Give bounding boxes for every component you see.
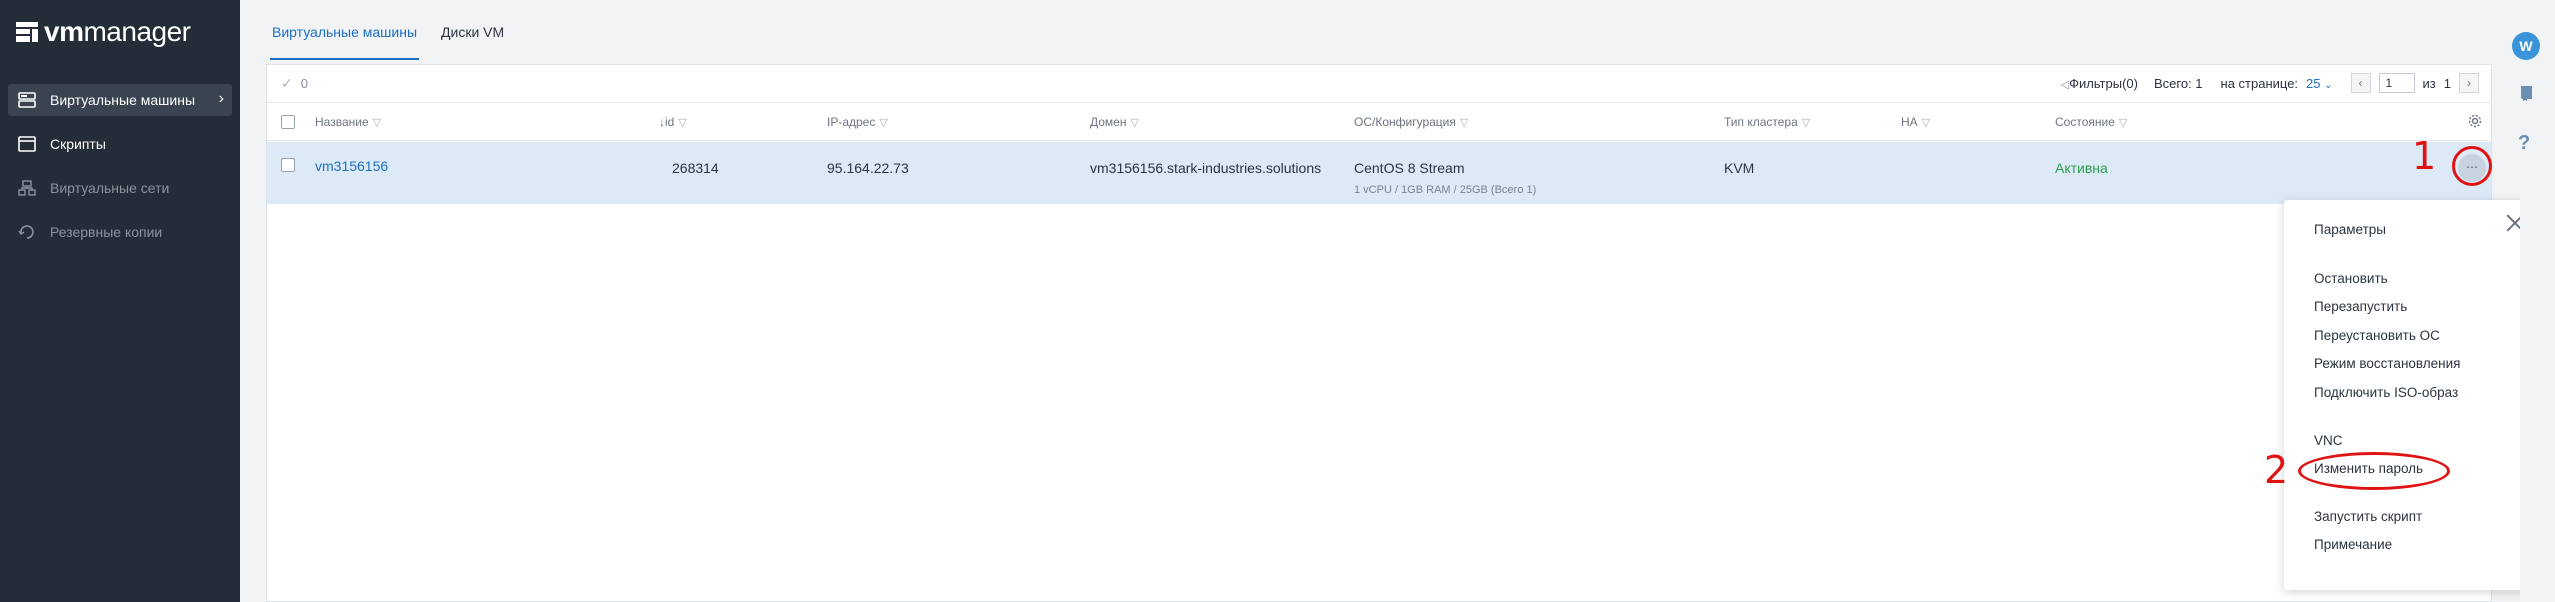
- table-row[interactable]: vm3156156 268314 95.164.22.73 vm3156156.…: [267, 142, 2491, 204]
- pagination-bar: ◁Фильтры(0) Всего: 1 на странице: 25 ⌄ ‹…: [2061, 73, 2479, 93]
- per-page-select[interactable]: 25 ⌄: [2306, 76, 2332, 91]
- page-input[interactable]: 1: [2378, 73, 2415, 93]
- filter-icon: ▽: [1801, 117, 1811, 129]
- script-icon: [18, 136, 36, 152]
- vm-state: Активна: [2055, 160, 2108, 176]
- row-actions-menu: Параметры Остановить Перезапустить Переу…: [2284, 200, 2538, 590]
- menu-item-stop[interactable]: Остановить: [2314, 271, 2388, 286]
- sidebar-item-virtual-machines[interactable]: Виртуальные машины ›: [8, 84, 232, 116]
- per-page-label: на странице:: [2220, 75, 2299, 91]
- column-header-domain[interactable]: Домен ▽: [1090, 115, 1139, 129]
- table-toolbar: ✓ 0 ◁Фильтры(0) Всего: 1 на странице: 25…: [267, 65, 2491, 103]
- sidebar-item-label: Скрипты: [50, 136, 106, 152]
- vm-domain: vm3156156.stark-industries.solutions: [1090, 160, 1322, 176]
- table-settings-gear-icon[interactable]: [2467, 113, 2483, 132]
- select-all-checkbox[interactable]: [281, 115, 295, 129]
- network-icon: [18, 180, 36, 196]
- menu-item-vnc[interactable]: VNC: [2314, 433, 2343, 448]
- sidebar-item-backups[interactable]: Резервные копии: [8, 216, 232, 248]
- next-page-button[interactable]: ›: [2459, 73, 2479, 93]
- column-header-os[interactable]: ОС/Конфигурация ▽: [1354, 115, 1468, 129]
- menu-item-reinstall-os[interactable]: Переустановить ОС: [2314, 328, 2440, 343]
- column-header-state[interactable]: Состояние ▽: [2055, 115, 2127, 129]
- filter-icon: ▽: [1921, 117, 1931, 129]
- vm-ip: 95.164.22.73: [827, 160, 909, 176]
- vmmanager-logo[interactable]: vmmanager: [16, 16, 191, 47]
- filter-icon: ▽: [2118, 117, 2128, 129]
- annotation-circle-1: [2452, 146, 2492, 186]
- total-count: Всего: 1: [2153, 75, 2203, 91]
- chevron-right-icon: ›: [218, 90, 224, 107]
- annotation-ellipse-2: [2298, 452, 2450, 490]
- prev-page-button[interactable]: ‹: [2350, 73, 2371, 93]
- menu-item-attach-iso[interactable]: Подключить ISO-образ: [2314, 385, 2458, 400]
- page-total: 1: [2443, 75, 2451, 91]
- tab-virtual-machines[interactable]: Виртуальные машины: [270, 0, 420, 60]
- server-icon: [18, 92, 36, 108]
- logo-icon: [16, 22, 38, 42]
- menu-item-recovery-mode[interactable]: Режим восстановления: [2314, 356, 2460, 371]
- vm-cluster-type: KVM: [1724, 160, 1755, 176]
- menu-item-run-script[interactable]: Запустить скрипт: [2314, 509, 2422, 524]
- column-header-id[interactable]: ↓id ▽: [659, 115, 687, 129]
- logo-text: vmmanager: [44, 16, 191, 47]
- filter-icon: ▽: [678, 117, 687, 129]
- of-label: из: [2422, 75, 2436, 91]
- chevron-down-icon: ⌄: [2324, 79, 2333, 91]
- vm-name-link[interactable]: vm3156156: [315, 158, 388, 174]
- sidebar-item-scripts[interactable]: Скрипты: [8, 128, 232, 160]
- vm-table-panel: ✓ 0 ◁Фильтры(0) Всего: 1 на странице: 25…: [266, 64, 2492, 602]
- main-content: Виртуальные машины Диски VM ✓ 0 ◁Фильтры…: [240, 0, 2520, 602]
- vm-config: 1 vCPU / 1GB RAM / 25GB (Всего 1): [1354, 184, 1537, 196]
- menu-item-parameters[interactable]: Параметры: [2314, 222, 2386, 237]
- filter-icon: ▽: [879, 117, 888, 129]
- sidebar-item-label: Резервные копии: [50, 224, 163, 240]
- annotation-number-2: 2: [2264, 448, 2289, 492]
- column-header-ip[interactable]: IP-адрес ▽: [827, 115, 888, 129]
- filter-icon: ◁: [2060, 78, 2070, 91]
- vm-os: CentOS 8 Stream: [1354, 160, 1465, 176]
- filter-icon: ▽: [372, 117, 382, 129]
- selected-count: ✓ 0: [281, 75, 308, 91]
- annotation-number-1: 1: [2412, 134, 2437, 178]
- checkmark-icon: ✓: [281, 75, 293, 91]
- filter-icon: ▽: [1459, 117, 1469, 129]
- vm-id: 268314: [672, 160, 719, 176]
- column-header-ha[interactable]: HA ▽: [1901, 115, 1930, 129]
- column-header-name[interactable]: Название ▽: [315, 115, 381, 129]
- table-header: Название ▽ ↓id ▽ IP-адрес ▽ Домен ▽ ОС/Конфи…: [267, 103, 2491, 141]
- menu-item-note[interactable]: Примечание: [2314, 537, 2392, 552]
- tab-vm-disks[interactable]: Диски VM: [439, 0, 506, 60]
- docs-book-icon[interactable]: [2518, 84, 2536, 108]
- sidebar-nav: Виртуальные машины › Скрипты Виртуальные…: [8, 84, 232, 260]
- sidebar-item-virtual-networks[interactable]: Виртуальные сети: [8, 172, 232, 204]
- row-checkbox[interactable]: [281, 158, 295, 172]
- help-icon[interactable]: ?: [2518, 132, 2530, 155]
- user-avatar[interactable]: W: [2512, 32, 2540, 60]
- column-header-cluster-type[interactable]: Тип кластера ▽: [1724, 115, 1810, 129]
- filter-icon: ▽: [1130, 117, 1139, 129]
- sidebar: vmmanager Виртуальные машины › Скрипты В…: [0, 0, 240, 602]
- filters-button[interactable]: ◁Фильтры(0): [2061, 76, 2138, 91]
- tabs: Виртуальные машины Диски VM: [270, 0, 526, 60]
- backup-icon: [18, 224, 36, 240]
- menu-item-restart[interactable]: Перезапустить: [2314, 299, 2407, 314]
- sidebar-item-label: Виртуальные машины: [50, 92, 196, 108]
- sidebar-item-label: Виртуальные сети: [50, 180, 170, 196]
